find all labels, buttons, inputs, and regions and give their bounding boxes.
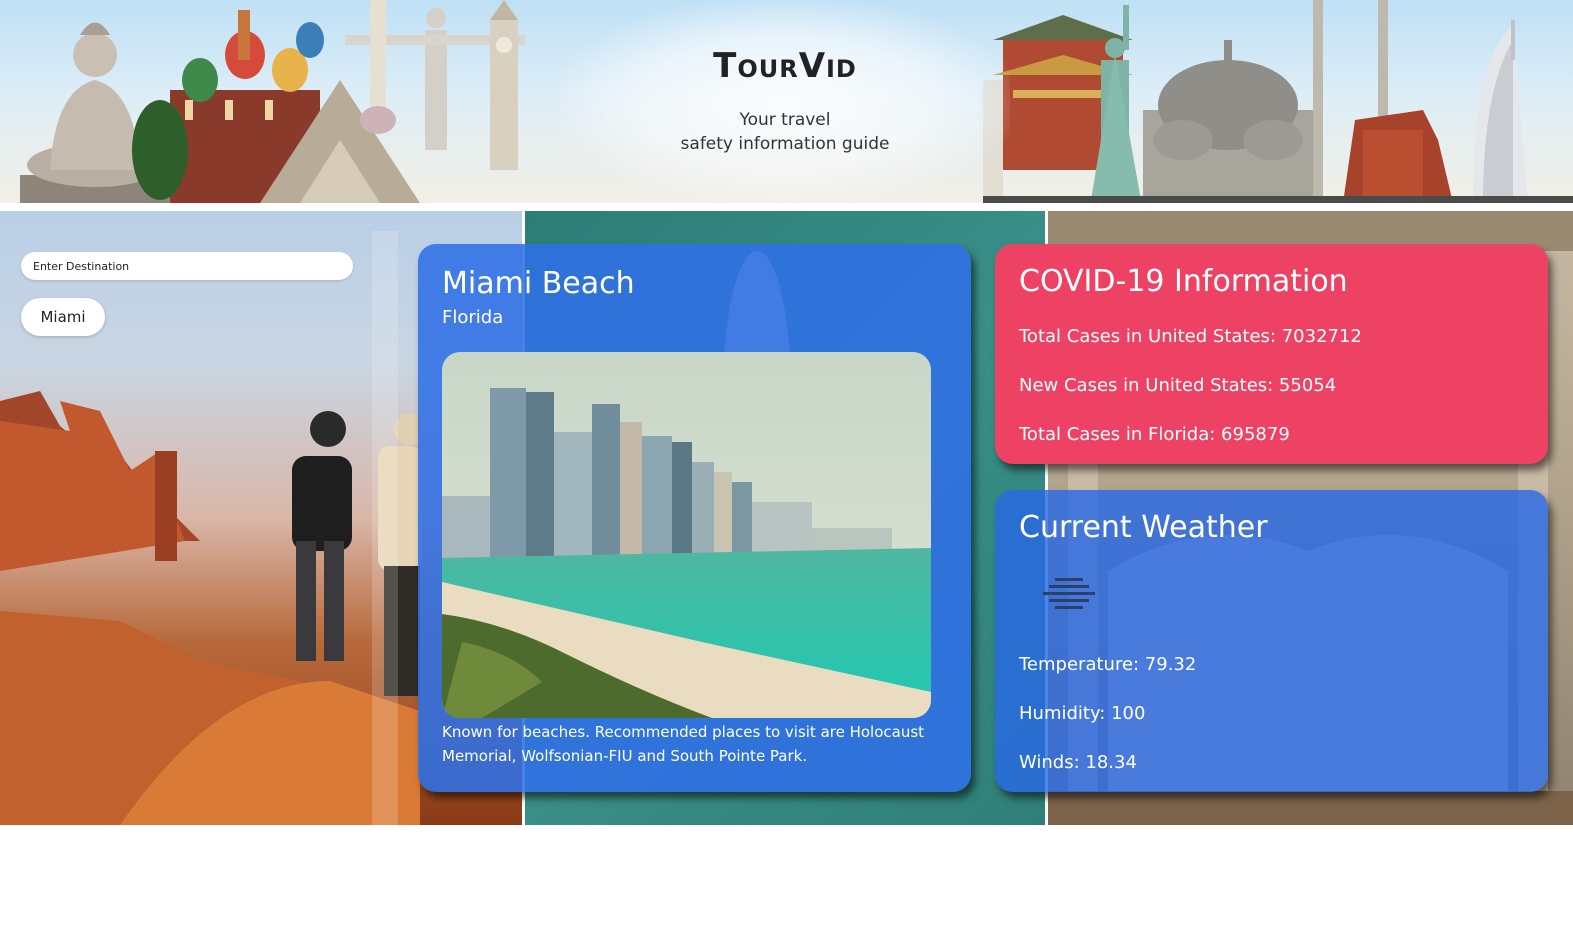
title-block: TourVid Your travel safety information g…: [560, 0, 1010, 203]
landmarks-collage-right: [983, 0, 1573, 203]
header-banner: TourVid Your travel safety information g…: [0, 0, 1573, 203]
weather-temperature: Temperature: 79.32: [1019, 654, 1197, 675]
landmarks-collage-left: [20, 0, 525, 203]
destination-photo: [442, 352, 931, 718]
city-button-miami[interactable]: Miami: [21, 298, 105, 336]
tagline-line-1: Your travel: [739, 110, 831, 130]
destination-name: Miami Beach: [442, 266, 635, 301]
weather-winds: Winds: 18.34: [1019, 752, 1137, 773]
destination-state: Florida: [442, 307, 504, 328]
weather-card: Current Weather Temperature: 79.32 Humid…: [995, 490, 1548, 792]
covid-info-card: COVID-19 Information Total Cases in Unit…: [995, 244, 1548, 464]
tagline: Your travel safety information guide: [560, 108, 1010, 156]
covid-total-cases-state: Total Cases in Florida: 695879: [1019, 424, 1290, 445]
destination-card: Miami Beach Florida Known for beaches. R…: [418, 244, 971, 792]
destination-search-input[interactable]: [21, 252, 353, 280]
weather-humidity: Humidity: 100: [1019, 703, 1146, 724]
header-divider: [0, 203, 1573, 211]
weather-card-title: Current Weather: [1019, 510, 1268, 545]
miami-beach-skyline-image: [442, 352, 931, 718]
destination-description: Known for beaches. Recommended places to…: [442, 723, 925, 765]
brand-logo-text: TourVid: [713, 46, 857, 86]
mist-icon: [1043, 578, 1095, 609]
tagline-line-2: safety information guide: [680, 134, 890, 154]
covid-new-cases-us: New Cases in United States: 55054: [1019, 375, 1337, 396]
covid-total-cases-us: Total Cases in United States: 7032712: [1019, 326, 1362, 347]
covid-card-title: COVID-19 Information: [1019, 264, 1348, 299]
